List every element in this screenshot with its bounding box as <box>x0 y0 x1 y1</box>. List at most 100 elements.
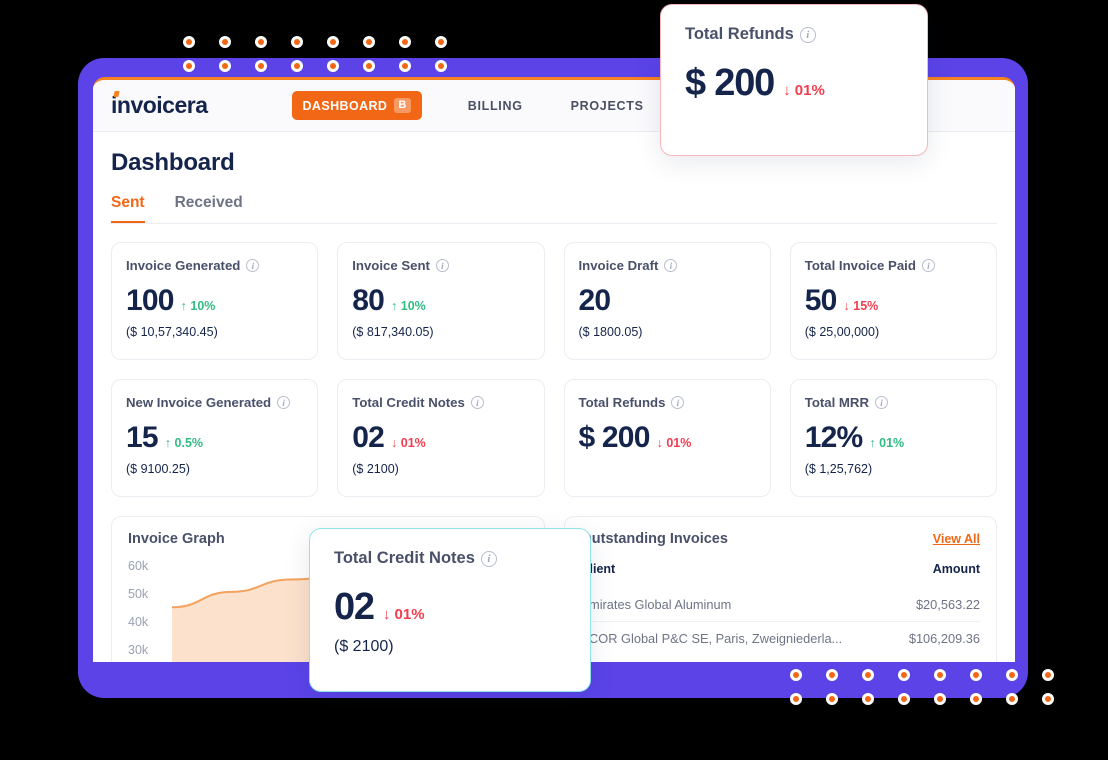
stat-card-value: 100 <box>126 284 174 317</box>
arrow-down-icon: ↓ <box>382 606 391 623</box>
decorative-dot <box>970 693 982 705</box>
decorative-dot <box>1042 693 1054 705</box>
stat-card-value: 02 <box>352 421 385 454</box>
decorative-dot <box>363 36 375 48</box>
popup-total-credit-notes[interactable]: Total Credit Notes i 02 ↓ 01% ($ 2100) <box>309 528 591 692</box>
y-tick: 30k <box>128 643 149 657</box>
info-icon[interactable]: i <box>921 259 935 272</box>
info-icon[interactable]: i <box>435 259 449 272</box>
stat-card-total-refunds[interactable]: Total Refunds i $ 200 ↓ 01% <box>563 379 771 497</box>
table-header-row: Client Amount <box>581 557 981 588</box>
decorative-dot <box>327 36 339 48</box>
decorative-dot <box>898 693 910 705</box>
arrow-up-icon: ↑ <box>391 299 398 313</box>
y-tick: 50k <box>128 587 149 601</box>
decorative-dots-bottom <box>790 669 1054 705</box>
info-icon[interactable]: i <box>799 26 816 43</box>
stat-card-grid: Invoice Generated i 100 ↑ 10% ($ 10,57,3… <box>111 242 997 497</box>
stat-card-title: Invoice Draft <box>578 258 659 273</box>
table-row[interactable]: Emirates Global Aluminum $20,563.22 <box>581 588 981 622</box>
stat-card-value-row: 20 <box>579 286 756 316</box>
info-icon[interactable]: i <box>246 259 260 272</box>
decorative-dot <box>862 669 874 681</box>
stat-card-value: 20 <box>578 284 612 317</box>
info-icon[interactable]: i <box>671 396 685 409</box>
stat-card-invoice-generated[interactable]: Invoice Generated i 100 ↑ 10% ($ 10,57,3… <box>111 242 319 360</box>
stat-card-value-row: $ 200 ↓ 01% <box>579 423 756 453</box>
stat-card-total-mrr[interactable]: Total MRR i 12% ↑ 01% ($ 1,25,762) <box>789 379 997 497</box>
stat-card-value: 80 <box>352 284 385 317</box>
stat-card-header: Total MRR i <box>805 395 982 410</box>
decorative-dot <box>399 36 411 48</box>
stat-card-subvalue: ($ 10,57,340.45) <box>126 325 218 339</box>
stat-card-header: Invoice Generated i <box>126 258 303 273</box>
y-tick: 40k <box>128 615 149 629</box>
decorative-dot <box>435 60 447 72</box>
decorative-dot <box>327 60 339 72</box>
outstanding-header: Outstanding Invoices View All <box>581 531 981 547</box>
decorative-dot <box>1006 669 1018 681</box>
stat-card-header: Total Credit Notes i <box>352 395 529 410</box>
popup-header: Total Refunds i <box>685 25 903 44</box>
stat-card-total-credit-notes[interactable]: Total Credit Notes i 02 ↓ 01% ($ 2100) <box>337 379 545 497</box>
info-icon[interactable]: i <box>277 396 291 409</box>
arrow-up-icon: ↑ <box>164 436 172 450</box>
cell-client: SCOR Global P&C SE, Paris, Zweigniederla… <box>580 621 895 655</box>
decorative-dot <box>970 669 982 681</box>
stat-card-header: Invoice Sent i <box>352 258 529 273</box>
column-header-amount: Amount <box>932 562 980 576</box>
stat-card-subvalue: ($ 1800.05) <box>578 325 643 339</box>
view-all-link[interactable]: View All <box>933 532 980 546</box>
decorative-dot <box>1006 693 1018 705</box>
tab-sent[interactable]: Sent <box>111 194 145 223</box>
stat-card-header: Total Invoice Paid i <box>805 258 982 273</box>
stat-card-delta: ↓ 01% <box>391 436 426 450</box>
nav-item-dashboard[interactable]: DASHBOARD B <box>291 90 422 121</box>
stat-card-invoice-sent[interactable]: Invoice Sent i 80 ↑ 10% ($ 817,340.05) <box>337 242 545 360</box>
info-icon[interactable]: i <box>874 396 888 409</box>
invoicera-logo[interactable]: invoicera <box>111 91 208 119</box>
nav-item-billing[interactable]: BILLING <box>468 99 523 113</box>
stat-card-title: Total Credit Notes <box>352 395 465 410</box>
stat-card-header: Invoice Draft i <box>579 258 756 273</box>
stat-card-subvalue: ($ 25,00,000) <box>804 325 880 339</box>
arrow-up-icon: ↑ <box>869 436 876 450</box>
screenshot-root: invoicera DASHBOARD B BILLING PROJECTS D… <box>0 0 1108 760</box>
popup-title: Total Refunds <box>685 25 794 43</box>
stat-card-subvalue: ($ 1,25,762) <box>804 462 873 476</box>
info-icon[interactable]: i <box>470 396 484 409</box>
stat-card-value: 12% <box>804 421 863 454</box>
popup-total-refunds[interactable]: Total Refunds i $ 200 ↓ 01% <box>660 4 928 156</box>
stat-card-subvalue: ($ 2100) <box>352 462 399 476</box>
tab-received[interactable]: Received <box>175 194 243 223</box>
outstanding-invoices-table: Client Amount Emirates Global Aluminum $… <box>580 557 981 655</box>
table-row[interactable]: SCOR Global P&C SE, Paris, Zweigniederla… <box>580 621 980 655</box>
decorative-dot <box>183 36 195 48</box>
nav-item-projects[interactable]: PROJECTS <box>571 99 644 113</box>
stat-card-value-row: 15 ↑ 0.5% <box>126 423 303 453</box>
decorative-dot <box>1042 669 1054 681</box>
stat-card-invoice-draft[interactable]: Invoice Draft i 20 ($ 1800.05) <box>563 242 771 360</box>
stat-card-delta: ↓ 15% <box>843 299 879 313</box>
cell-amount: $106,209.36 <box>894 621 980 655</box>
arrow-up-icon: ↑ <box>180 299 187 313</box>
stat-card-total-invoice-paid[interactable]: Total Invoice Paid i 50 ↓ 15% ($ 25,00,0… <box>789 242 997 360</box>
stat-card-new-invoice-generated[interactable]: New Invoice Generated i 15 ↑ 0.5% ($ 910… <box>111 379 319 497</box>
stat-card-value-row: 12% ↑ 01% <box>805 423 982 453</box>
popup-title: Total Credit Notes <box>334 549 475 567</box>
decorative-dot <box>790 669 802 681</box>
decorative-dot <box>826 693 838 705</box>
arrow-down-icon: ↓ <box>843 299 850 313</box>
nav-dashboard-chip: B <box>394 97 411 114</box>
stat-card-delta: ↑ 10% <box>391 299 426 313</box>
cell-amount: $20,563.22 <box>915 597 980 612</box>
stat-card-title: Total MRR <box>804 395 869 410</box>
stat-card-header: New Invoice Generated i <box>126 395 303 410</box>
nav-dashboard-label: DASHBOARD <box>302 98 388 113</box>
y-tick: 60k <box>128 559 149 573</box>
info-icon[interactable]: i <box>664 259 678 272</box>
stat-card-value-row: 02 ↓ 01% <box>352 423 529 453</box>
decorative-dots-top <box>183 36 447 72</box>
info-icon[interactable]: i <box>480 550 497 567</box>
decorative-dot <box>291 60 303 72</box>
